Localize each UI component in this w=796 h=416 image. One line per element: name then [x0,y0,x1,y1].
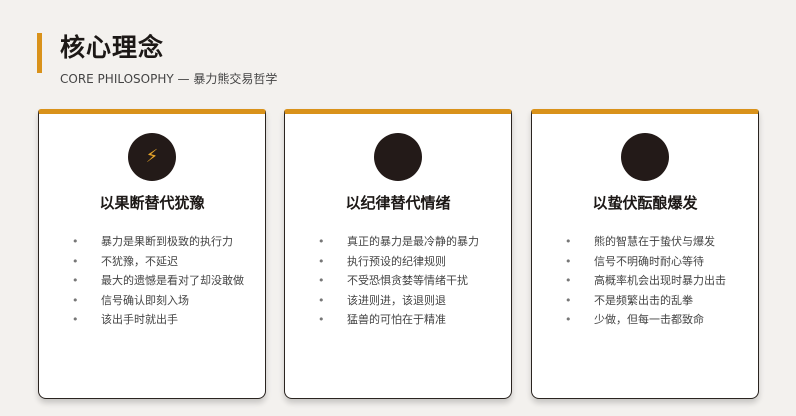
card-decisiveness: ⚡ 以果断替代犹豫 暴力是果断到极致的执行力 不犹豫，不延迟 最大的遗憾是看对了… [38,109,266,399]
card-title: 以蛰伏酝酿爆发 [592,194,698,212]
list-item: 暴力是果断到极致的执行力 [72,234,247,251]
list-item: 少做，但每一击都致命 [565,312,740,329]
page-subtitle: CORE PHILOSOPHY — 暴力熊交易哲学 [60,72,278,86]
card-title: 以果断替代犹豫 [99,194,205,212]
list-item: 不犹豫，不延迟 [72,254,247,271]
list-item: 猛兽的可怕在于精准 [318,312,493,329]
list-item: 熊的智慧在于蛰伏与爆发 [565,234,740,251]
card-point-list: 真正的暴力是最冷静的暴力 执行预设的纪律规则 不受恐惧贪婪等情绪干扰 该进则进，… [318,234,493,332]
list-item: 高概率机会出现时暴力出击 [565,273,740,290]
dark-circle-icon [374,133,422,181]
list-item: 不是频繁出击的乱拳 [565,293,740,310]
card-title: 以纪律替代情绪 [345,194,451,212]
list-item: 执行预设的纪律规则 [318,254,493,271]
lightning-icon: ⚡ [128,133,176,181]
list-item: 信号不明确时耐心等待 [565,254,740,271]
title-accent-bar [37,33,42,73]
page-title: 核心理念 [60,33,165,62]
card-patience: 以蛰伏酝酿爆发 熊的智慧在于蛰伏与爆发 信号不明确时耐心等待 高概率机会出现时暴… [531,109,759,399]
dark-circle-icon [621,133,669,181]
card-discipline: 以纪律替代情绪 真正的暴力是最冷静的暴力 执行预设的纪律规则 不受恐惧贪婪等情绪… [284,109,512,399]
list-item: 该出手时就出手 [72,312,247,329]
card-point-list: 暴力是果断到极致的执行力 不犹豫，不延迟 最大的遗憾是看对了却没敢做 信号确认即… [72,234,247,332]
list-item: 真正的暴力是最冷静的暴力 [318,234,493,251]
list-item: 不受恐惧贪婪等情绪干扰 [318,273,493,290]
list-item: 信号确认即刻入场 [72,293,247,310]
list-item: 该进则进，该退则退 [318,293,493,310]
slide: 核心理念 CORE PHILOSOPHY — 暴力熊交易哲学 ⚡ 以果断替代犹豫… [0,0,796,416]
list-item: 最大的遗憾是看对了却没敢做 [72,273,247,290]
card-point-list: 熊的智慧在于蛰伏与爆发 信号不明确时耐心等待 高概率机会出现时暴力出击 不是频繁… [565,234,740,332]
